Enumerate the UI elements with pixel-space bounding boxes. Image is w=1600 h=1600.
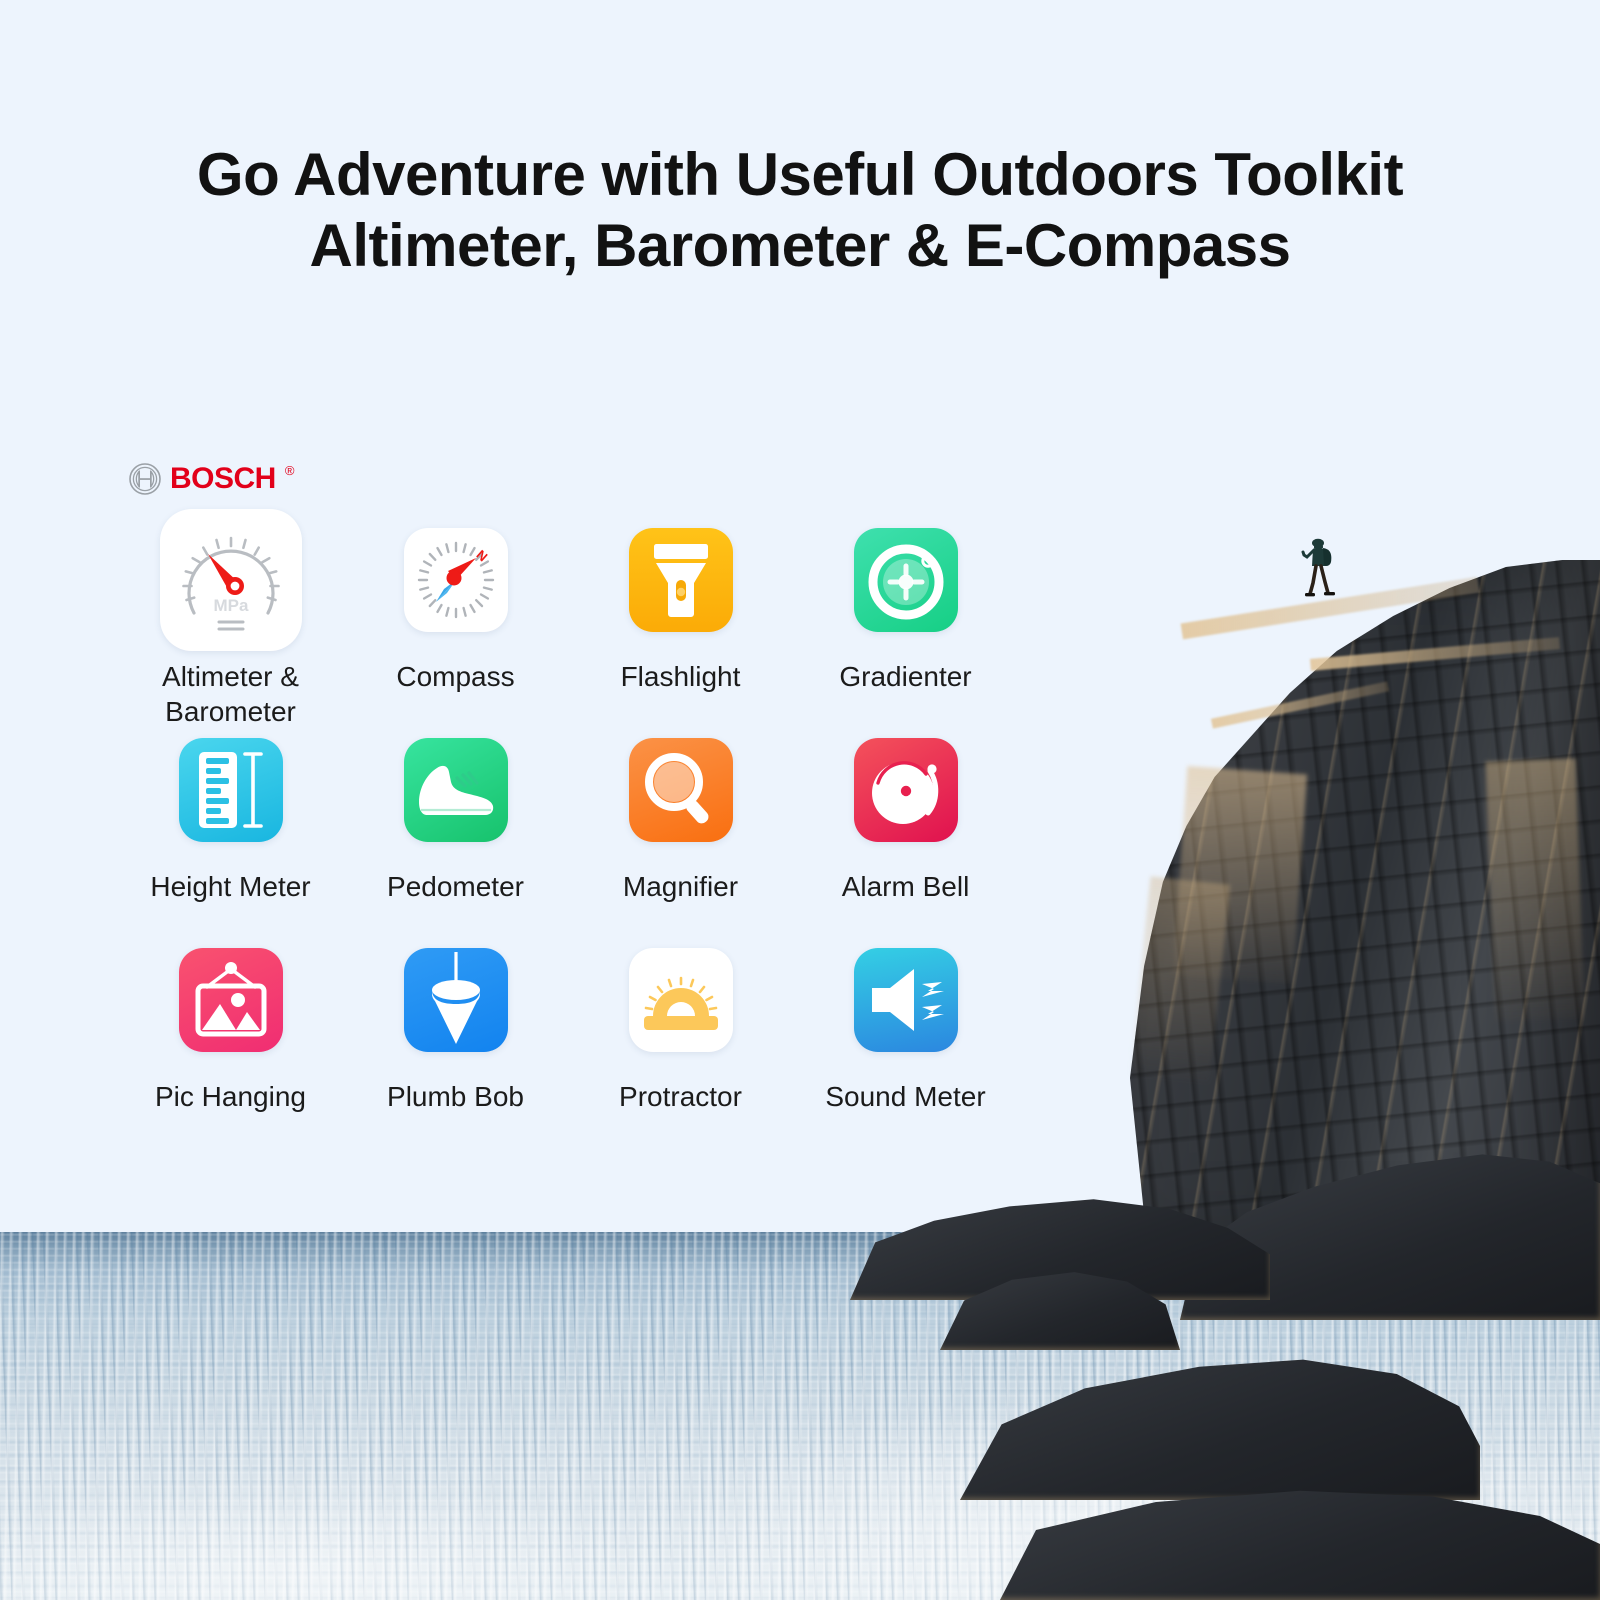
flashlight-tile[interactable] bbox=[628, 528, 733, 632]
compass-icon: N bbox=[417, 541, 494, 619]
app-label: Pedometer bbox=[387, 871, 524, 902]
cliff-highlight bbox=[1210, 681, 1390, 729]
cliff-highlight bbox=[1129, 876, 1231, 1084]
bosch-wordmark: BOSCH bbox=[170, 462, 276, 495]
bubble-level-icon bbox=[868, 544, 943, 620]
rock-outcrop bbox=[1000, 1490, 1600, 1600]
app-item-height-meter[interactable]: Height Meter bbox=[118, 715, 343, 904]
bosch-logo: BOSCH ® bbox=[128, 462, 294, 496]
pedometer-tile[interactable] bbox=[403, 738, 508, 842]
icon-grid-row: MPa Altimeter & Barometer N Compass Flas… bbox=[118, 505, 1018, 727]
registered-mark-icon: ® bbox=[284, 463, 295, 478]
ruler-icon bbox=[198, 752, 263, 828]
app-item-altimeter-barometer[interactable]: MPa Altimeter & Barometer bbox=[118, 505, 343, 729]
alarm-bell-icon bbox=[871, 761, 938, 824]
app-item-pic-hanging[interactable]: Pic Hanging bbox=[118, 925, 343, 1114]
app-item-sound-meter[interactable]: Sound Meter bbox=[793, 925, 1018, 1114]
hiker-silhouette-icon bbox=[1301, 538, 1335, 597]
pic-hanging-tile[interactable] bbox=[178, 948, 283, 1052]
app-label: Magnifier bbox=[622, 871, 739, 902]
cliff-highlight bbox=[1172, 766, 1308, 984]
cliff-highlight bbox=[1485, 758, 1585, 1022]
speaker-waves-icon bbox=[871, 969, 944, 1031]
app-label: Pic Hanging bbox=[155, 1081, 306, 1112]
app-item-flashlight[interactable]: Flashlight bbox=[568, 505, 793, 694]
app-item-pedometer[interactable]: Pedometer bbox=[343, 715, 568, 904]
rock-outcrop bbox=[1180, 1154, 1600, 1320]
cliff-highlight bbox=[1180, 576, 1480, 640]
gradienter-tile[interactable] bbox=[853, 528, 958, 632]
sneaker-icon bbox=[418, 765, 493, 815]
cliff-photo bbox=[1130, 560, 1600, 1260]
sea-photo bbox=[0, 1232, 1600, 1600]
app-label: Height Meter bbox=[150, 871, 311, 902]
app-label: Plumb Bob bbox=[387, 1081, 524, 1112]
icon-grid-row: Height Meter Pedometer Magnifier Alarm B… bbox=[118, 715, 1018, 925]
rock-outcrop bbox=[850, 1199, 1270, 1300]
magnifying-glass-icon bbox=[644, 753, 708, 824]
app-item-compass[interactable]: N Compass bbox=[343, 505, 568, 694]
poster-canvas: Go Adventure with Useful Outdoors Toolki… bbox=[0, 0, 1600, 1600]
bosch-armature-icon bbox=[129, 463, 161, 495]
page-title: Go Adventure with Useful Outdoors Toolki… bbox=[0, 140, 1600, 282]
app-item-alarm-bell[interactable]: Alarm Bell bbox=[793, 715, 1018, 904]
title-line-1: Go Adventure with Useful Outdoors Toolki… bbox=[196, 141, 1404, 208]
rock-outcrop bbox=[940, 1272, 1180, 1350]
gauge-icon: MPa bbox=[181, 536, 280, 631]
cliff-highlight bbox=[1309, 637, 1561, 671]
app-item-protractor[interactable]: Protractor bbox=[568, 925, 793, 1114]
app-icon-grid: MPa Altimeter & Barometer N Compass Flas… bbox=[118, 505, 1018, 1125]
app-label: Alarm Bell bbox=[841, 871, 970, 902]
app-item-plumb-bob[interactable]: Plumb Bob bbox=[343, 925, 568, 1114]
magnifier-tile[interactable] bbox=[628, 738, 733, 842]
gauge-unit-label: MPa bbox=[213, 596, 249, 615]
sound-meter-tile[interactable] bbox=[853, 948, 958, 1052]
alarm-bell-tile[interactable] bbox=[853, 738, 958, 842]
app-label: Compass bbox=[396, 661, 515, 692]
icon-grid-row: Pic Hanging Plumb Bob Protractor Sound M… bbox=[118, 925, 1018, 1125]
compass-tile[interactable]: N bbox=[403, 528, 508, 632]
plumb-bob-tile[interactable] bbox=[403, 948, 508, 1052]
flashlight-icon bbox=[653, 544, 708, 617]
app-item-magnifier[interactable]: Magnifier bbox=[568, 715, 793, 904]
height-meter-tile[interactable] bbox=[178, 738, 283, 842]
title-line-2: Altimeter, Barometer & E-Compass bbox=[309, 211, 1291, 279]
altimeter-barometer-tile[interactable]: MPa bbox=[159, 509, 302, 651]
app-label: Sound Meter bbox=[825, 1081, 986, 1112]
app-label: Flashlight bbox=[620, 661, 741, 692]
app-item-gradienter[interactable]: Gradienter bbox=[793, 505, 1018, 694]
protractor-icon bbox=[643, 976, 718, 1030]
plumb-bob-icon bbox=[431, 952, 480, 1044]
picture-frame-icon bbox=[195, 962, 266, 1037]
rock-outcrop bbox=[960, 1359, 1480, 1500]
app-label: Protractor bbox=[619, 1081, 742, 1112]
protractor-tile[interactable] bbox=[628, 948, 733, 1052]
app-label: Gradienter bbox=[839, 661, 972, 692]
